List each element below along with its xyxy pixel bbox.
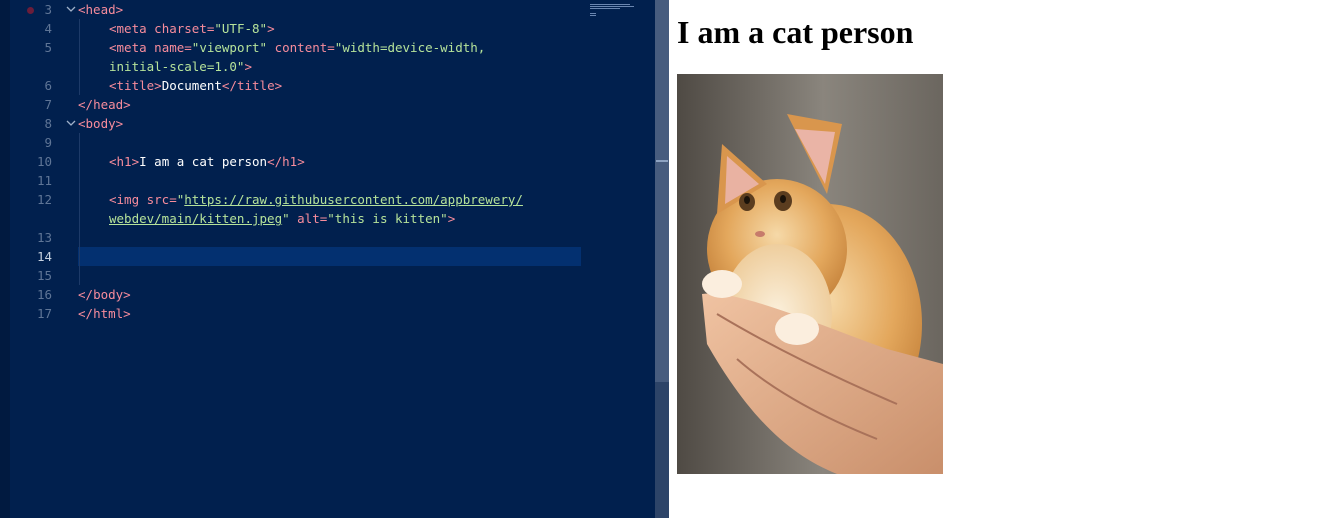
line-number-active: 14: [36, 249, 52, 264]
indent-guide: [79, 133, 80, 285]
tag-name: title: [236, 78, 275, 93]
tag-name: body: [93, 287, 124, 302]
code-line-12: <img src="https://raw.githubusercontent.…: [109, 190, 523, 209]
tag-bracket: >: [115, 2, 124, 17]
tag-bracket: <: [109, 78, 117, 93]
attr-name: alt=: [289, 211, 328, 226]
code-line-5: <meta name="viewport" content="width=dev…: [109, 38, 485, 57]
code-editor[interactable]: 3 4 5 6 7 8 9 10 11 12 13 14 15 16 17 <h…: [0, 0, 669, 518]
line-number: 13: [36, 230, 52, 245]
vertical-scrollbar-thumb[interactable]: [655, 0, 669, 382]
tag-name: html: [93, 306, 124, 321]
kitten-image: [677, 74, 943, 474]
browser-preview: I am a cat person: [669, 0, 1328, 518]
tag-bracket: >: [154, 78, 162, 93]
code-line-8: <body>: [78, 114, 123, 133]
tag-bracket: <: [109, 154, 117, 169]
tag-bracket: </: [78, 306, 94, 321]
line-number: 4: [44, 21, 52, 36]
attr-name: charset=: [146, 21, 215, 36]
tag-name: h1: [282, 154, 298, 169]
line-number: 9: [44, 135, 52, 150]
attr-name: name=: [146, 40, 192, 55]
minimap[interactable]: [588, 2, 636, 22]
text-content: Document: [161, 78, 222, 93]
tag-bracket: >: [115, 116, 124, 131]
tag-bracket: >: [297, 154, 305, 169]
attr-value: initial-scale=1.0": [109, 59, 245, 74]
minimap-line: [590, 4, 630, 5]
tag-bracket: <: [78, 2, 86, 17]
code-line-4: <meta charset="UTF-8">: [109, 19, 275, 38]
tag-bracket: <: [109, 21, 117, 36]
tag-bracket: </: [267, 154, 283, 169]
line-number: 8: [44, 116, 52, 131]
attr-value: "UTF-8": [214, 21, 268, 36]
tag-bracket: </: [78, 287, 94, 302]
tag-name: title: [116, 78, 155, 93]
tag-bracket: >: [447, 211, 456, 226]
code-line-5-wrap: initial-scale=1.0">: [109, 57, 252, 76]
current-line-highlight: [78, 247, 581, 266]
code-line-16: </body>: [78, 285, 131, 304]
line-number-gutter: 3 4 5 6 7 8 9 10 11 12 13 14 15 16 17: [10, 0, 76, 518]
tag-name: head: [85, 2, 116, 17]
tag-bracket: <: [109, 192, 117, 207]
tag-name: img: [116, 192, 140, 207]
tag-bracket: >: [123, 97, 131, 112]
attr-name: src=: [139, 192, 177, 207]
line-number: 5: [44, 40, 52, 55]
tag-bracket: >: [267, 21, 275, 36]
tag-name: body: [85, 116, 116, 131]
quote: ": [282, 211, 290, 226]
line-number: 11: [36, 173, 52, 188]
url-link[interactable]: https://raw.githubusercontent.com/appbre…: [184, 192, 523, 207]
line-number: 3: [44, 2, 52, 17]
chevron-down-icon[interactable]: [66, 114, 78, 133]
code-line-12-wrap: webdev/main/kitten.jpeg" alt="this is ki…: [109, 209, 455, 228]
minimap-line: [590, 6, 634, 7]
page-heading: I am a cat person: [677, 14, 914, 50]
code-line-10: <h1>I am a cat person</h1>: [109, 152, 305, 171]
code-line-6: <title>Document</title>: [109, 76, 282, 95]
line-number: 10: [36, 154, 52, 169]
code-line-17: </html>: [78, 304, 131, 323]
tag-bracket: </: [221, 78, 237, 93]
attr-value: "width=device-width,: [334, 40, 486, 55]
minimap-line: [590, 13, 596, 14]
tag-name: meta: [116, 40, 147, 55]
url-link[interactable]: webdev/main/kitten.jpeg: [109, 211, 282, 226]
line-number: 17: [36, 306, 52, 321]
line-number: 6: [44, 78, 52, 93]
tag-bracket: >: [274, 78, 283, 93]
code-line-3: <head>: [78, 0, 123, 19]
minimap-line: [590, 8, 620, 9]
tag-bracket: </: [78, 97, 94, 112]
line-number: 16: [36, 287, 52, 302]
tag-name: meta: [116, 21, 147, 36]
chevron-down-icon[interactable]: [66, 0, 78, 19]
attr-value: "this is kitten": [327, 211, 448, 226]
code-line-7: </head>: [78, 95, 131, 114]
tag-bracket: >: [244, 59, 252, 74]
tag-name: head: [93, 97, 124, 112]
tag-name: h1: [116, 154, 132, 169]
line-number: 12: [36, 192, 52, 207]
editor-left-edge: [0, 0, 10, 518]
text-content: I am a cat person: [139, 154, 268, 169]
tag-bracket: >: [123, 287, 131, 302]
tag-bracket: <: [109, 40, 117, 55]
line-number: 7: [44, 97, 52, 112]
scrollbar-cursor-marker: [656, 160, 668, 162]
indent-guide: [79, 19, 80, 95]
tag-bracket: >: [123, 306, 131, 321]
minimap-line: [590, 15, 596, 16]
line-number: 15: [36, 268, 52, 283]
tag-bracket: >: [131, 154, 140, 169]
attr-name: content=: [267, 40, 335, 55]
tag-bracket: <: [78, 116, 86, 131]
attr-value: "viewport": [191, 40, 268, 55]
